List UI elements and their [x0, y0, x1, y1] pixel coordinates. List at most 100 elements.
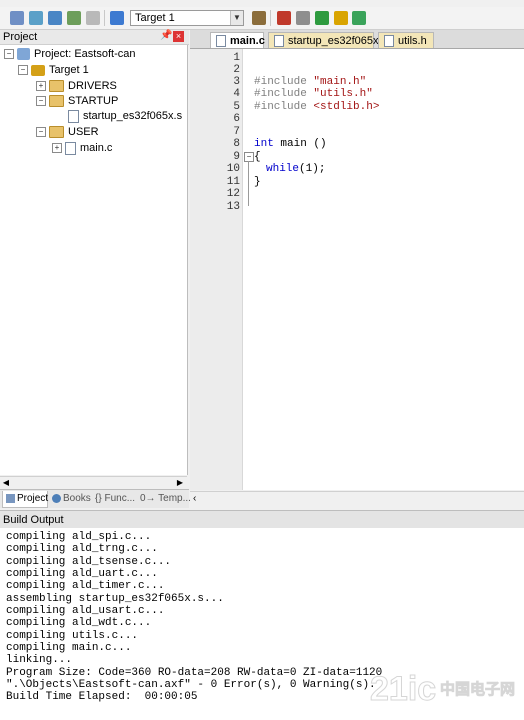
tree-item-group-user[interactable]: − USER — [36, 125, 99, 139]
tab-label: startup_es32f065x.s — [288, 35, 388, 47]
code-token: main () — [273, 138, 327, 150]
build-output-line: assembling startup_es32f065x.s... — [6, 593, 224, 605]
tab-main-c[interactable]: main.c — [210, 32, 265, 48]
build-output-line: compiling ald_wdt.c... — [6, 617, 152, 629]
project-tree-scrollbar[interactable]: ◀ ▶ — [0, 476, 187, 489]
tree-item-label: main.c — [80, 142, 113, 154]
scroll-left-icon[interactable]: ‹ — [193, 492, 196, 505]
tree-item-label: USER — [68, 126, 99, 138]
string-token: <stdlib.h> — [313, 101, 380, 113]
tab-startup-s[interactable]: startup_es32f065x.s — [268, 32, 387, 48]
tree-item-file-main[interactable]: + main.c — [52, 141, 112, 155]
code-line-9: { — [254, 151, 261, 163]
stop-build-icon[interactable] — [86, 11, 100, 25]
scroll-left-icon[interactable]: ◀ — [1, 477, 11, 489]
line-number: 3 — [233, 76, 240, 88]
tab-utils-h[interactable]: utils.h — [378, 32, 434, 48]
tree-item-project[interactable]: − Project: Eastsoft-can — [4, 47, 136, 61]
tree-item-file-startup[interactable]: startup_es32f065x.s — [68, 109, 182, 123]
collapse-icon[interactable]: − — [18, 65, 28, 76]
tree-item-label: startup_es32f065x.s — [83, 110, 183, 122]
tree-item-label: Project: Eastsoft-can — [34, 48, 136, 60]
tree-item-target[interactable]: − Target 1 — [18, 63, 89, 77]
code-line-8: int main () — [254, 138, 327, 150]
tab-project[interactable]: Project — [2, 491, 48, 508]
fold-collapse-icon[interactable]: − — [244, 152, 254, 162]
build-output-line: Program Size: Code=360 RO-data=208 RW-da… — [6, 667, 383, 679]
books-tab-icon — [52, 493, 61, 503]
project-panel-header: Project 📌 × — [0, 30, 189, 45]
target-select-value: Target 1 — [135, 12, 175, 24]
line-number: 1 — [233, 52, 240, 64]
build-output-line: compiling ald_tsense.c... — [6, 556, 172, 568]
expand-icon[interactable]: + — [52, 143, 62, 154]
tab-functions[interactable]: {} Func... — [95, 491, 137, 507]
collapse-icon[interactable]: − — [4, 49, 14, 60]
scroll-right-icon[interactable]: ▶ — [175, 477, 185, 489]
batch-build-icon[interactable] — [67, 11, 81, 25]
line-number: 5 — [233, 101, 240, 113]
tab-label: Books — [63, 493, 91, 504]
line-number: 13 — [226, 201, 240, 213]
target-icon — [31, 64, 45, 76]
build-output-line: ".\Objects\Eastsoft-can.axf" - 0 Error(s… — [6, 679, 376, 691]
folder-open-icon — [49, 126, 64, 139]
tab-label: main.c — [230, 35, 265, 47]
chevron-down-icon[interactable]: ▼ — [230, 11, 243, 25]
collapse-icon[interactable]: − — [36, 96, 46, 107]
tab-books[interactable]: Books — [49, 491, 91, 507]
build-output-line: compiling ald_timer.c... — [6, 580, 165, 592]
string-token: "utils.h" — [313, 88, 373, 100]
project-panel-title: Project — [3, 31, 38, 43]
tree-item-label: STARTUP — [68, 95, 119, 107]
build-output-title: Build Output — [3, 514, 64, 526]
line-number: 12 — [226, 188, 240, 200]
target-select[interactable]: Target 1 ▼ — [130, 10, 244, 26]
expand-icon[interactable]: + — [36, 81, 46, 92]
manage-project-items-icon[interactable] — [277, 11, 291, 25]
build-output-line: compiling ald_trng.c... — [6, 543, 158, 555]
code-line-3: #include "main.h" — [254, 76, 366, 88]
code-line-5: #include <stdlib.h> — [254, 101, 379, 113]
line-number: 6 — [233, 113, 240, 125]
file-icon — [384, 35, 394, 48]
file-icon — [68, 109, 79, 123]
translate-icon[interactable] — [10, 11, 24, 25]
download-icon[interactable] — [110, 11, 124, 25]
build-output-line: compiling ald_usart.c... — [6, 605, 165, 617]
pack-installer-icon[interactable] — [334, 11, 348, 25]
preprocessor-token: #include — [254, 88, 314, 100]
editor-tab-bar: main.c startup_es32f065x.s utils.h — [190, 30, 524, 49]
manage-runtime-icon[interactable] — [315, 11, 329, 25]
tab-label: {} Func... — [95, 493, 136, 504]
editor-scrollbar[interactable]: ‹ — [190, 491, 524, 505]
software-packs-icon[interactable] — [352, 11, 366, 25]
folder-icon — [49, 80, 64, 93]
build-output-line: linking... — [6, 654, 73, 666]
code-line-11: } — [254, 176, 261, 188]
options-for-target-icon[interactable] — [252, 11, 266, 25]
project-tree: − Project: Eastsoft-can − Target 1 + DRIVER… — [0, 45, 188, 475]
close-icon[interactable]: × — [173, 31, 184, 42]
select-packs-icon[interactable] — [296, 11, 310, 25]
project-tab-icon — [6, 493, 15, 503]
tab-templates[interactable]: 0→ Temp... — [140, 491, 191, 507]
line-number: 11 — [226, 176, 240, 188]
tree-item-group-drivers[interactable]: + DRIVERS — [36, 79, 117, 93]
file-icon — [274, 35, 284, 48]
line-number: 4 — [233, 88, 240, 100]
toolbar-separator — [270, 10, 271, 26]
keyword-token: while — [266, 163, 300, 175]
folder-open-icon — [49, 95, 64, 108]
build-icon[interactable] — [29, 11, 43, 25]
pin-icon[interactable]: 📌 — [160, 30, 172, 41]
collapse-icon[interactable]: − — [36, 127, 46, 138]
rebuild-icon[interactable] — [48, 11, 62, 25]
line-number: 8 — [233, 138, 240, 150]
fold-guide-line — [248, 161, 249, 206]
project-panel-tabs: Project Books {} Func... 0→ Temp... — [0, 489, 191, 508]
preprocessor-token: #include — [254, 101, 314, 113]
tab-label: utils.h — [398, 35, 427, 47]
line-number: 2 — [233, 64, 240, 76]
tree-item-group-startup[interactable]: − STARTUP — [36, 94, 118, 108]
